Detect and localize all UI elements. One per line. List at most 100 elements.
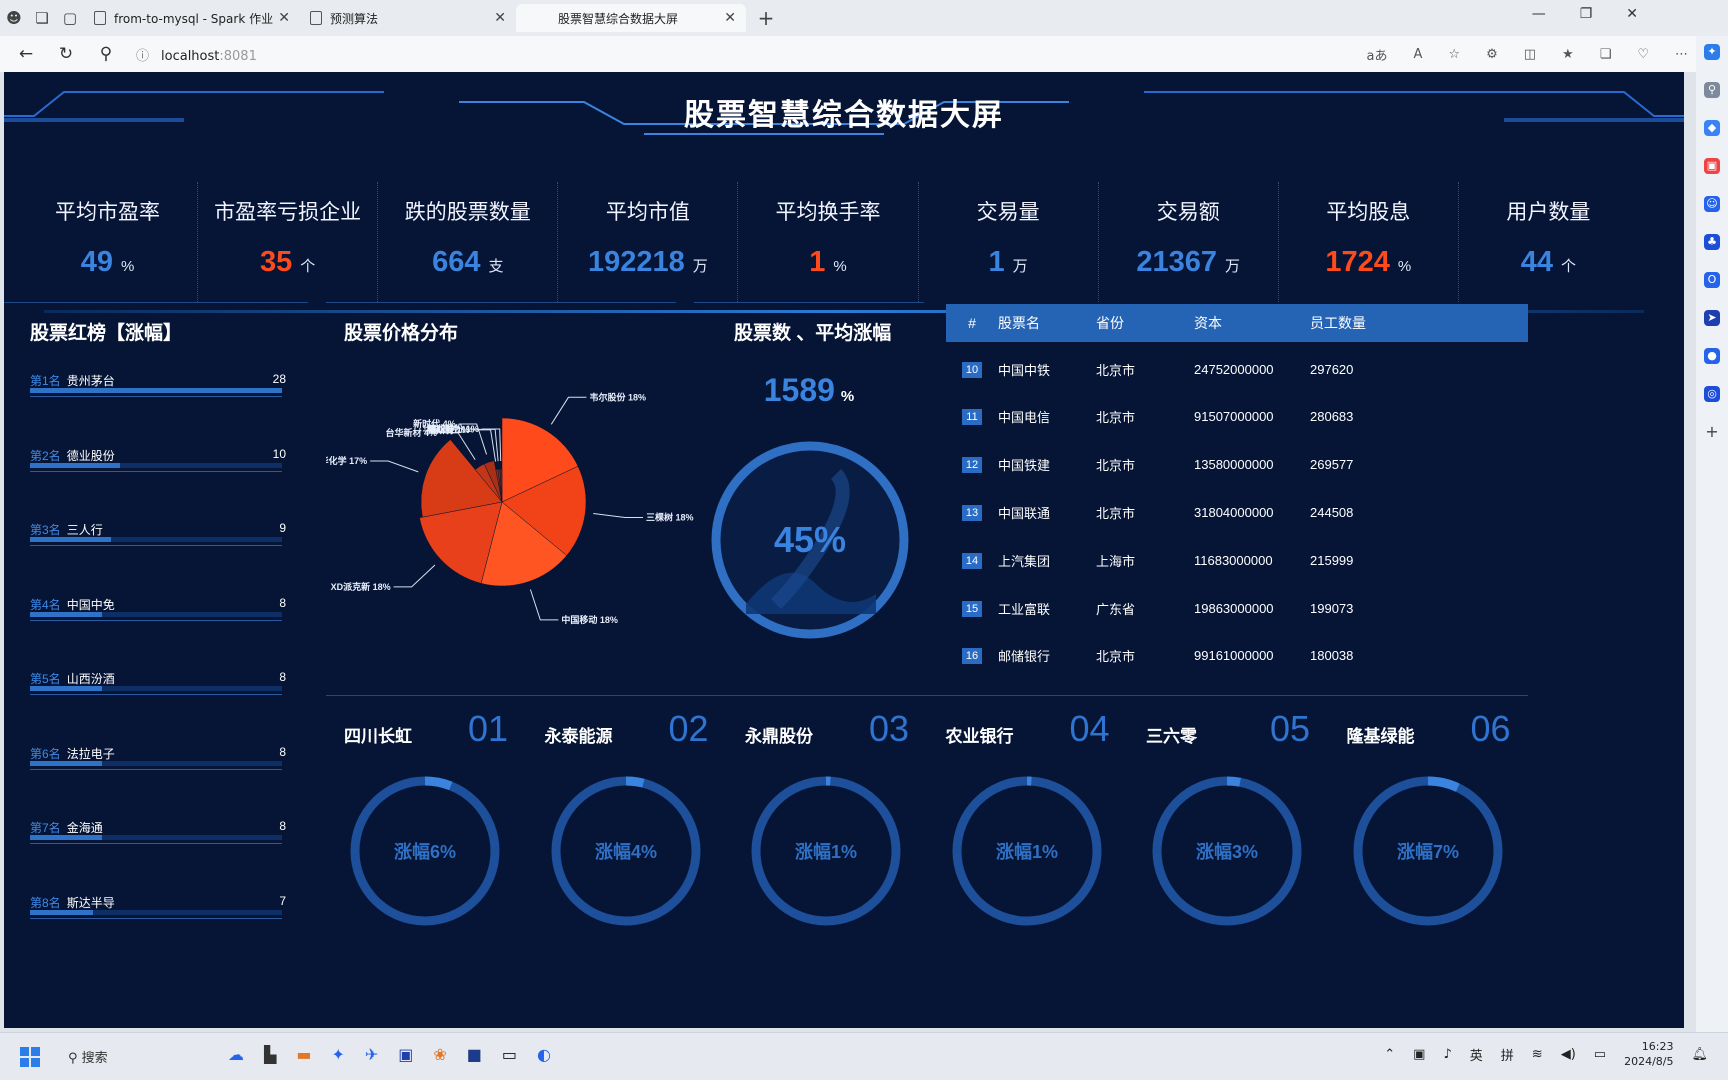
col-employees: 员工数量 <box>1310 315 1366 331</box>
windows-start-icon[interactable] <box>20 1047 40 1067</box>
kpi-card: 平均市值 192218 万 <box>558 182 739 302</box>
collections-icon[interactable]: ❏ <box>1600 47 1612 62</box>
url-field[interactable]: ⓘ localhost:8081 <box>136 45 257 64</box>
pie-chart[interactable]: 韦尔股份 18% 三棵树 18% 中国移动 18% XD派克新 18% 万华化学 17%… <box>326 372 696 682</box>
bottom-divider <box>326 695 1528 696</box>
refresh-icon[interactable]: ↻ <box>46 44 86 64</box>
translate-icon[interactable]: A <box>1414 47 1423 62</box>
extensions-icon[interactable]: ⚙ <box>1486 47 1498 62</box>
info-icon[interactable]: ⓘ <box>136 49 149 64</box>
read-aloud-icon[interactable]: aあ <box>1367 45 1388 64</box>
kpi-card: 平均市盈率 49% <box>18 182 199 302</box>
wifi-icon[interactable]: ≋ <box>1532 1047 1543 1062</box>
send-icon[interactable]: ➤ <box>1704 310 1720 326</box>
performance-icon[interactable]: ♡ <box>1637 47 1649 62</box>
outlook-icon[interactable]: O <box>1704 272 1720 288</box>
tab-dashboard[interactable]: 股票智慧综合数据大屏 ✕ <box>516 4 746 32</box>
cell-name: 邮储银行 <box>998 649 1051 665</box>
weather-app-icon[interactable]: ☁ <box>228 1045 244 1064</box>
kpi-label: 用户数量 <box>1506 201 1591 224</box>
search-icon[interactable]: ⚲ <box>86 44 126 64</box>
kpi-label: 平均换手率 <box>775 201 881 224</box>
row-index: 14 <box>962 552 982 569</box>
sidebar-search-icon[interactable]: ⚲ <box>1704 82 1720 98</box>
ranking-item[interactable]: 第2名 德业股份 10 <box>30 446 286 472</box>
minimize-icon[interactable]: — <box>1532 6 1546 22</box>
tray-app-icon[interactable]: ▣ <box>1413 1047 1425 1062</box>
tab-actions-icon[interactable]: ▢ <box>56 4 84 32</box>
battery-icon[interactable]: ▭ <box>1594 1047 1606 1062</box>
ranking-item[interactable]: 第6名 法拉电子 8 <box>30 745 286 770</box>
close-tab-icon[interactable]: ✕ <box>278 10 290 26</box>
gauge-number: 01 <box>468 708 509 749</box>
volume-icon[interactable]: ◀) <box>1561 1047 1576 1062</box>
restore-icon[interactable]: ❐ <box>1580 6 1593 22</box>
tab-spark[interactable]: from-to-mysql - Spark 作业 ✕ <box>84 4 300 32</box>
notification-icon[interactable]: 🔔︎ <box>1691 1047 1708 1062</box>
table-row[interactable]: 15 工业富联 广东省 19863000000 199073 <box>946 584 1528 632</box>
pie-leader-line <box>370 460 419 473</box>
split-screen-icon[interactable]: ◫ <box>1524 47 1536 62</box>
cell-province: 广东省 <box>1096 601 1136 617</box>
table-row[interactable]: 11 中国电信 北京市 91507000000 280683 <box>946 393 1528 441</box>
kpi-label: 平均市盈率 <box>55 201 161 224</box>
table-row[interactable]: 14 上汽集团 上海市 11683000000 215999 <box>946 536 1528 584</box>
close-tab-icon[interactable]: ✕ <box>494 10 506 26</box>
app-icon[interactable]: ✦ <box>331 1045 344 1064</box>
bar-fill <box>30 611 102 617</box>
new-tab-icon[interactable]: + <box>752 4 780 32</box>
favorite-icon[interactable]: ☆ <box>1448 47 1460 62</box>
rank-value: 10 <box>272 446 286 461</box>
app-icon[interactable]: ▣ <box>398 1045 413 1064</box>
games-icon[interactable]: ♣ <box>1704 234 1720 250</box>
copilot-icon[interactable]: ✦ <box>1704 44 1720 60</box>
ranking-item[interactable]: 第3名 三人行 9 <box>30 521 286 546</box>
favorites-icon[interactable]: ★ <box>1562 47 1574 62</box>
ranking-item[interactable]: 第4名 中国中免 8 <box>30 595 286 621</box>
drop-icon[interactable]: ● <box>1704 348 1720 364</box>
tab-predict[interactable]: 预测算法 ✕ <box>300 4 516 32</box>
more-icon[interactable]: ⋯ <box>1675 47 1688 62</box>
rank-value: 8 <box>279 595 286 610</box>
chevron-up-icon[interactable]: ⌃ <box>1384 1047 1395 1062</box>
app-icon[interactable]: ❀ <box>433 1045 446 1064</box>
close-window-icon[interactable]: ✕ <box>1626 6 1638 22</box>
dashboard-screen: 股票智慧综合数据大屏 平均市盈率 49% 市盈率亏损企业 35 个 跌的股票数量 664 支 平… <box>4 72 1684 1028</box>
ranking-item[interactable]: 第5名 山西汾酒 8 <box>30 670 286 695</box>
ranking-item[interactable]: 第8名 斯达半导 7 <box>30 894 286 919</box>
kpi-card: 交易额 21367 万 <box>1099 182 1279 302</box>
tab-label: from-to-mysql - Spark 作业 <box>114 11 274 26</box>
ranking-item[interactable]: 第1名 贵州茅台 28 <box>30 372 286 397</box>
ranking-item[interactable]: 第7名 金海通 8 <box>30 819 286 844</box>
table-row[interactable]: 16 邮储银行 北京市 99161000000 180038 <box>946 632 1528 680</box>
close-tab-icon[interactable]: ✕ <box>724 10 736 26</box>
taskbar-search[interactable]: ⚲ 搜索 <box>68 1047 108 1066</box>
folder-app-icon[interactable]: ▬ <box>296 1045 311 1064</box>
table-row[interactable]: 12 中国铁建 北京市 13580000000 269577 <box>946 441 1528 489</box>
kpi-value: 35 个 <box>260 246 316 278</box>
lang-indicator[interactable]: 英 <box>1470 1045 1483 1064</box>
app-icon[interactable]: ◎ <box>1704 386 1720 402</box>
kpi-label: 交易额 <box>1156 201 1220 224</box>
add-icon[interactable]: + <box>1704 424 1720 440</box>
edge-app-icon[interactable]: ◐ <box>537 1045 551 1064</box>
clock[interactable]: 16:23 2024/8/5 <box>1624 1039 1673 1069</box>
shopping-icon[interactable]: ◆ <box>1704 120 1720 136</box>
terminal-app-icon[interactable]: ▭ <box>502 1045 517 1064</box>
back-icon[interactable]: ← <box>6 44 46 64</box>
kpi-strip: 平均市盈率 49% 市盈率亏损企业 35 个跌的股票数量 664 支平均市值 192218 万平… <box>18 182 1638 302</box>
tools-icon[interactable]: ▣ <box>1704 158 1720 174</box>
profile-icon[interactable]: ☻ <box>0 4 28 32</box>
cell-province: 北京市 <box>1096 362 1136 378</box>
ime-indicator[interactable]: 拼 <box>1501 1045 1514 1064</box>
workspaces-icon[interactable]: ❏ <box>28 4 56 32</box>
app-icon[interactable]: ■ <box>467 1045 482 1064</box>
people-icon[interactable]: ☺ <box>1704 196 1720 212</box>
rise-gauge: 涨幅6% <box>350 776 500 926</box>
mic-icon[interactable]: ♪ <box>1443 1047 1451 1062</box>
table-row[interactable]: 10 中国中铁 北京市 24752000000 297620 <box>946 345 1528 393</box>
app-icon[interactable]: ✈ <box>365 1045 378 1064</box>
gauge-stock-name: 隆基绿能 <box>1346 727 1415 746</box>
table-row[interactable]: 13 中国联通 北京市 31804000000 244508 <box>946 488 1528 536</box>
task-view-icon[interactable]: ▙ <box>264 1045 276 1064</box>
